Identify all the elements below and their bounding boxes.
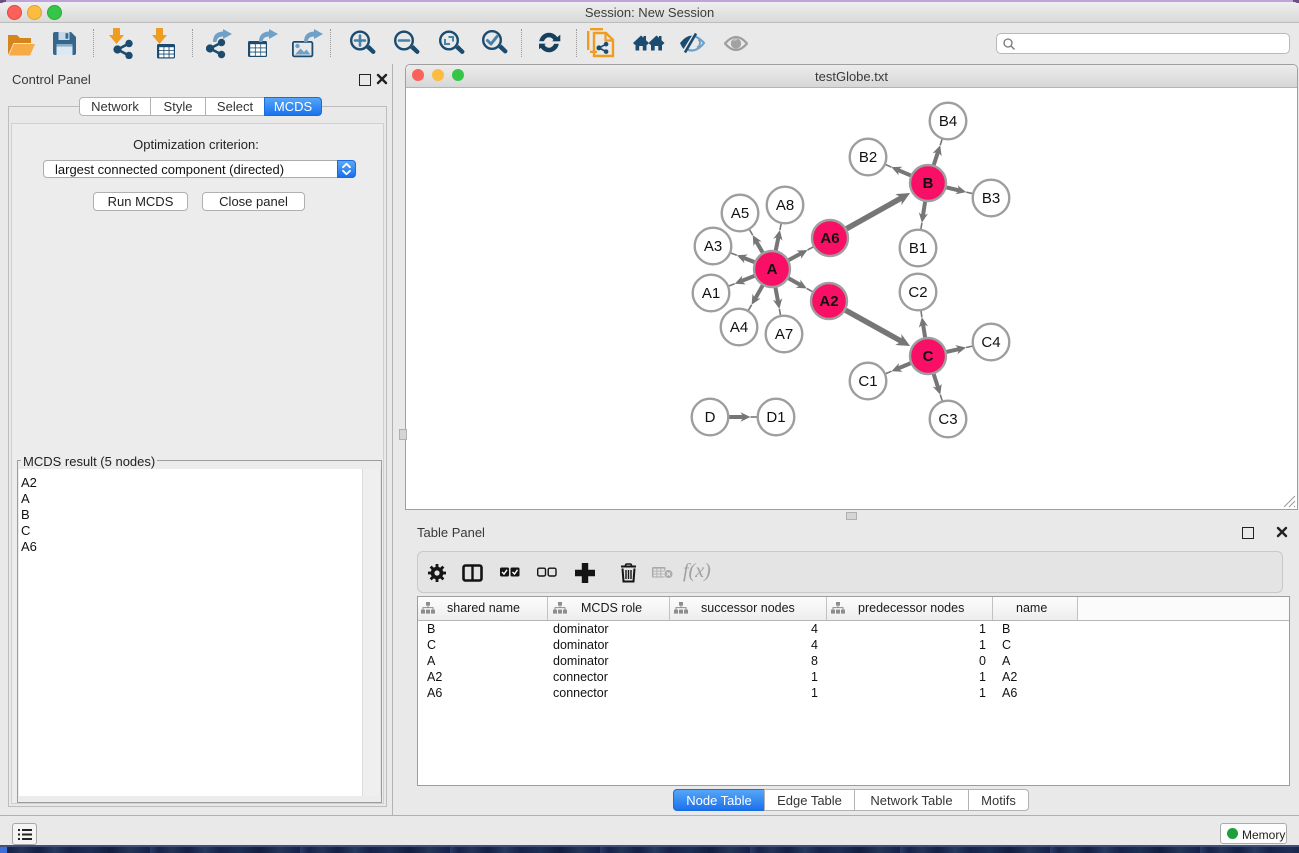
- svg-text:D1: D1: [766, 409, 785, 426]
- svg-text:B3: B3: [982, 190, 1000, 207]
- svg-text:B: B: [923, 175, 934, 192]
- svg-text:B2: B2: [859, 149, 877, 166]
- svg-text:A4: A4: [730, 319, 748, 336]
- svg-text:C1: C1: [858, 373, 877, 390]
- svg-text:C: C: [923, 348, 934, 365]
- svg-text:A5: A5: [731, 205, 749, 222]
- svg-text:A3: A3: [704, 238, 722, 255]
- svg-text:A8: A8: [776, 197, 794, 214]
- svg-text:A7: A7: [775, 326, 793, 343]
- svg-text:A6: A6: [820, 230, 839, 247]
- svg-text:C2: C2: [908, 284, 927, 301]
- svg-text:C4: C4: [981, 334, 1000, 351]
- svg-text:B4: B4: [939, 113, 957, 130]
- svg-text:D: D: [705, 409, 716, 426]
- svg-text:B1: B1: [909, 240, 927, 257]
- svg-text:A: A: [767, 261, 778, 278]
- svg-text:A1: A1: [702, 285, 720, 302]
- svg-text:C3: C3: [938, 411, 957, 428]
- svg-text:A2: A2: [819, 293, 838, 310]
